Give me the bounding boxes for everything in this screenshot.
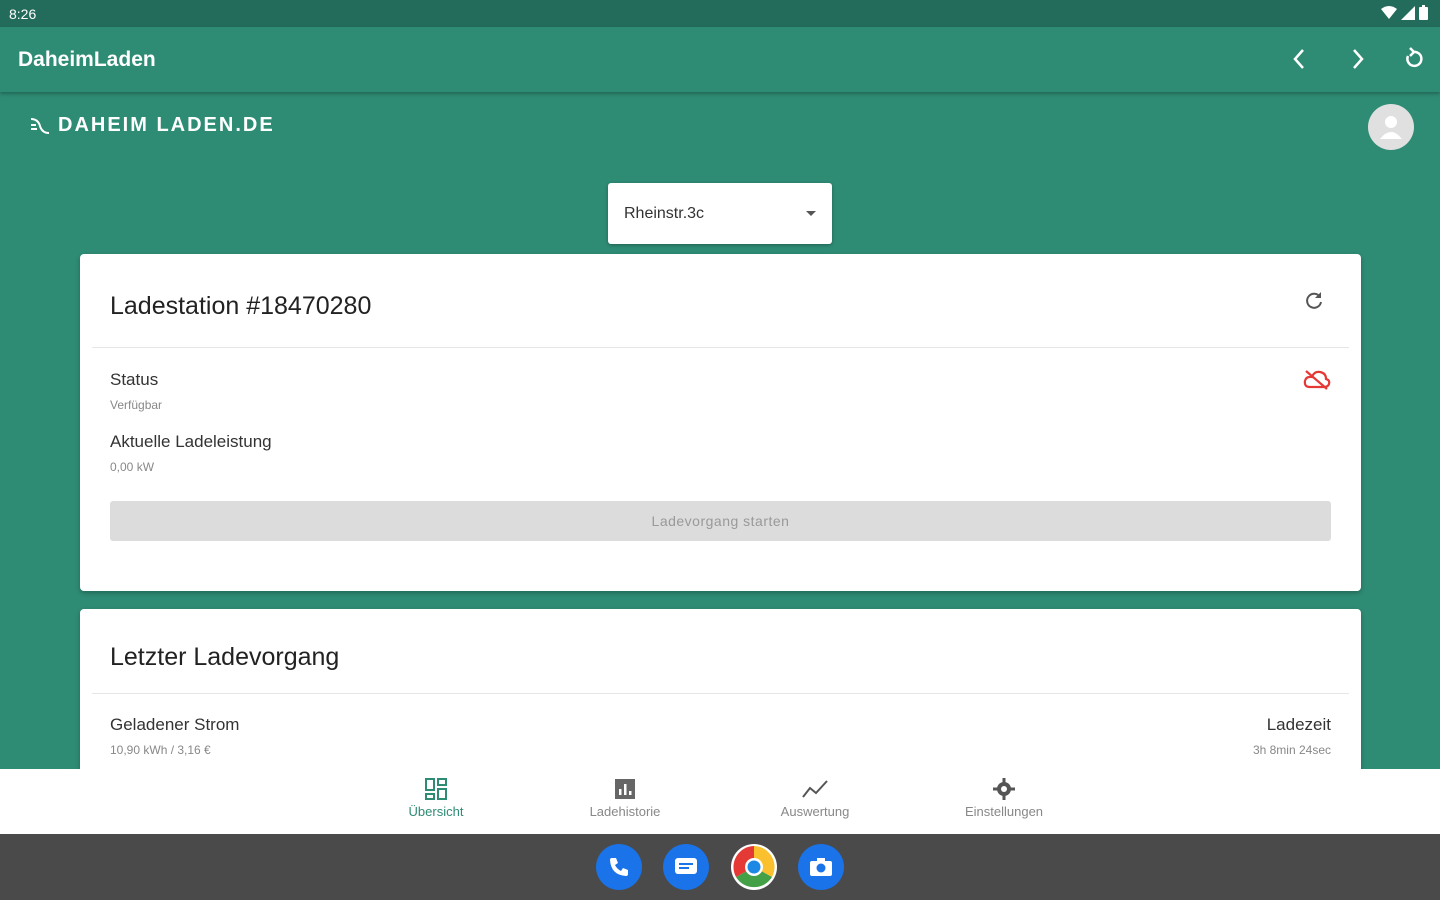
brand-text: DAHEIM LADEN.DE	[58, 114, 275, 136]
location-select-value: Rheinstr.3c	[624, 205, 705, 222]
trend-icon	[802, 780, 828, 798]
tab-history-label: Ladehistorie	[589, 804, 661, 819]
back-button[interactable]	[1283, 43, 1315, 75]
forward-button[interactable]	[1342, 43, 1374, 75]
bar-chart-icon	[615, 779, 635, 799]
phone-app[interactable]	[596, 844, 642, 890]
gear-icon	[993, 778, 1015, 800]
station-title: Ladestation #18470280	[110, 292, 372, 320]
plug-icon	[30, 117, 50, 134]
bottom-navigation: Übersicht Ladehistorie Auswertung Einste…	[0, 769, 1440, 834]
chevron-right-icon	[1353, 49, 1364, 69]
tab-overview-label: Übersicht	[408, 804, 464, 819]
divider	[92, 347, 1349, 348]
tab-analysis-label: Auswertung	[780, 804, 850, 819]
power-value: 0,00 kW	[110, 460, 155, 474]
camera-app[interactable]	[798, 844, 844, 890]
tab-analysis[interactable]: Auswertung	[750, 777, 880, 819]
energy-value: 10,90 kWh / 3,16 €	[110, 743, 211, 757]
tab-history[interactable]: Ladehistorie	[560, 777, 690, 819]
start-charging-button[interactable]: Ladevorgang starten	[110, 501, 1331, 541]
charge-time-label: Ladezeit	[1266, 715, 1331, 734]
messages-icon	[675, 858, 697, 874]
reload-icon	[1406, 47, 1423, 68]
refresh-button[interactable]	[1303, 290, 1325, 317]
battery-icon	[1419, 5, 1428, 20]
tab-settings-label: Einstellungen	[964, 804, 1044, 819]
status-icons	[1381, 5, 1428, 20]
status-label: Status	[110, 370, 159, 389]
system-dock	[0, 834, 1440, 900]
energy-label: Geladener Strom	[110, 715, 240, 734]
brand-logo: DAHEIM LADEN.DE	[28, 114, 275, 137]
avatar[interactable]	[1368, 104, 1414, 150]
divider	[92, 693, 1349, 694]
tab-overview[interactable]: Übersicht	[371, 777, 501, 819]
user-icon	[1380, 116, 1402, 139]
station-card: Ladestation #18470280 Status Verfügbar A…	[80, 254, 1361, 591]
reload-button[interactable]	[1397, 43, 1429, 75]
camera-icon	[810, 858, 832, 876]
chevron-left-icon	[1293, 49, 1304, 69]
phone-icon	[610, 858, 628, 876]
status-value: Verfügbar	[110, 398, 163, 412]
refresh-icon	[1306, 292, 1322, 309]
app-bar: DaheimLaden	[0, 27, 1440, 92]
cloud-off-icon	[1303, 369, 1331, 396]
last-charge-title: Letzter Ladevorgang	[110, 643, 340, 671]
chrome-icon	[733, 846, 775, 888]
messages-app[interactable]	[663, 844, 709, 890]
tab-settings[interactable]: Einstellungen	[939, 777, 1069, 819]
power-label: Aktuelle Ladeleistung	[110, 432, 272, 451]
dashboard-icon	[425, 778, 447, 800]
chrome-app[interactable]	[731, 844, 777, 890]
caret-down-icon	[806, 211, 816, 216]
wifi-icon	[1381, 5, 1397, 19]
location-select[interactable]: Rheinstr.3c	[608, 183, 832, 244]
app-title: DaheimLaden	[18, 48, 156, 71]
charge-time-value: 3h 8min 24sec	[1252, 743, 1331, 757]
signal-icon	[1401, 5, 1415, 20]
system-status-bar: 8:26	[0, 0, 1440, 27]
clock: 8:26	[9, 6, 37, 22]
